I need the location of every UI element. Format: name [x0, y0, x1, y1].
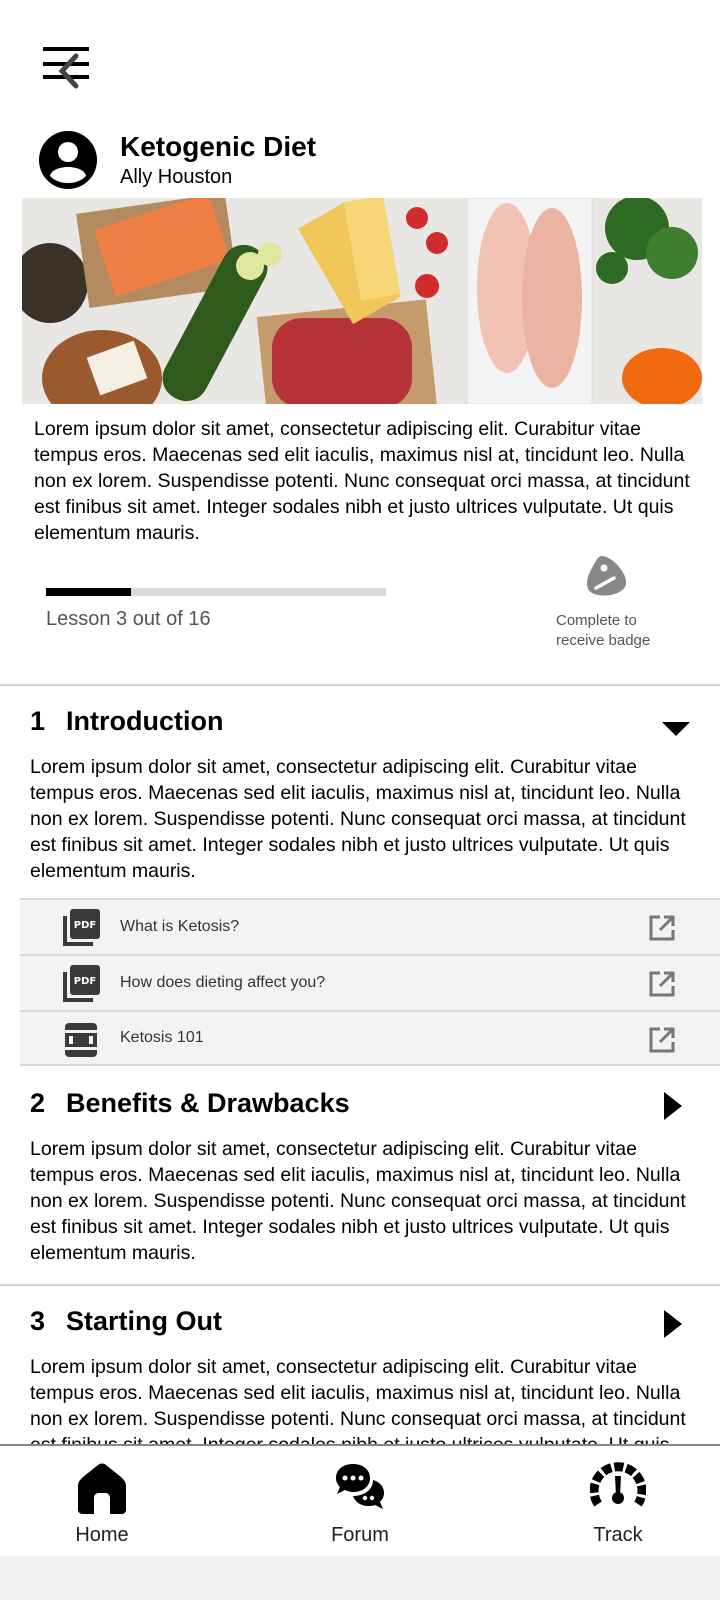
resource-row[interactable]: PDF How does dieting affect you?	[20, 954, 720, 1010]
resource-row[interactable]: PDF What is Ketosis?	[20, 898, 720, 954]
resource-label: Ketosis 101	[120, 1029, 204, 1046]
divider	[0, 684, 720, 686]
resource-label: How does dieting affect you?	[120, 974, 326, 991]
user-circle-icon[interactable]	[38, 130, 98, 190]
chat-bubbles-icon	[336, 1464, 384, 1509]
badge-panel: Complete to receive badge	[556, 552, 676, 651]
section-title: Starting Out	[66, 1306, 222, 1336]
food-illustration	[22, 198, 702, 404]
badge-text: Complete to receive badge	[556, 612, 651, 649]
section-2-header[interactable]: 2 Benefits & Drawbacks	[30, 1088, 350, 1119]
caret-right-icon[interactable]	[664, 1310, 684, 1338]
section-1-body: Lorem ipsum dolor sit amet, consectetur …	[30, 756, 686, 882]
menu-back-button[interactable]	[40, 44, 92, 96]
lesson-progress: Lesson 3 out of 16	[46, 588, 386, 631]
hero-food-image	[22, 198, 702, 404]
nav-forum[interactable]: Forum	[300, 1460, 420, 1547]
svg-text:PDF: PDF	[74, 976, 96, 987]
home-icon	[78, 1463, 126, 1514]
section-title: Benefits & Drawbacks	[66, 1088, 350, 1118]
bottom-nav: Home Forum Track	[0, 1444, 720, 1556]
external-link-icon[interactable]	[648, 970, 676, 998]
progress-label: Lesson 3 out of 16	[46, 608, 211, 630]
nav-track[interactable]: Track	[558, 1460, 678, 1547]
section-3-header[interactable]: 3 Starting Out	[30, 1306, 222, 1337]
section-number: 3	[30, 1306, 46, 1336]
course-title: Ketogenic Diet	[120, 131, 317, 162]
nav-label: Home	[75, 1524, 129, 1546]
system-bar-area	[0, 1556, 720, 1600]
course-description: Lorem ipsum dolor sit amet, consectetur …	[34, 418, 690, 544]
speedometer-icon	[590, 1462, 646, 1507]
video-film-icon	[65, 1023, 97, 1057]
pdf-icon: PDF	[63, 965, 100, 1002]
divider	[0, 1284, 720, 1286]
section-1-header[interactable]: 1 Introduction	[30, 706, 223, 737]
course-author: Ally Houston	[120, 166, 233, 188]
section-2-body: Lorem ipsum dolor sit amet, consectetur …	[30, 1138, 686, 1264]
pdf-icon: PDF	[63, 909, 100, 946]
section-title: Introduction	[66, 706, 224, 736]
resource-label: What is Ketosis?	[120, 918, 240, 935]
progress-bar	[46, 588, 386, 596]
title-block: Ketogenic Diet Ally Houston	[120, 131, 316, 189]
section-1-resources: PDF What is Ketosis? PDF How does dietin…	[20, 898, 720, 1066]
course-header: Ketogenic Diet Ally Houston	[38, 130, 316, 190]
svg-text:PDF: PDF	[74, 920, 96, 931]
caret-down-icon[interactable]	[662, 722, 690, 738]
badge-icon	[587, 556, 627, 596]
nav-label: Track	[593, 1524, 643, 1546]
progress-fill	[46, 588, 131, 596]
caret-right-icon[interactable]	[664, 1092, 684, 1120]
nav-home[interactable]: Home	[42, 1460, 162, 1547]
section-number: 1	[30, 706, 46, 736]
nav-label: Forum	[331, 1524, 389, 1546]
section-number: 2	[30, 1088, 46, 1118]
app-screen: Ketogenic Diet Ally Houston Lorem ipsum …	[0, 0, 720, 1600]
external-link-icon[interactable]	[648, 1026, 676, 1054]
resource-row[interactable]: Ketosis 101	[20, 1010, 720, 1066]
external-link-icon[interactable]	[648, 914, 676, 942]
menu-back-icon	[43, 47, 89, 89]
